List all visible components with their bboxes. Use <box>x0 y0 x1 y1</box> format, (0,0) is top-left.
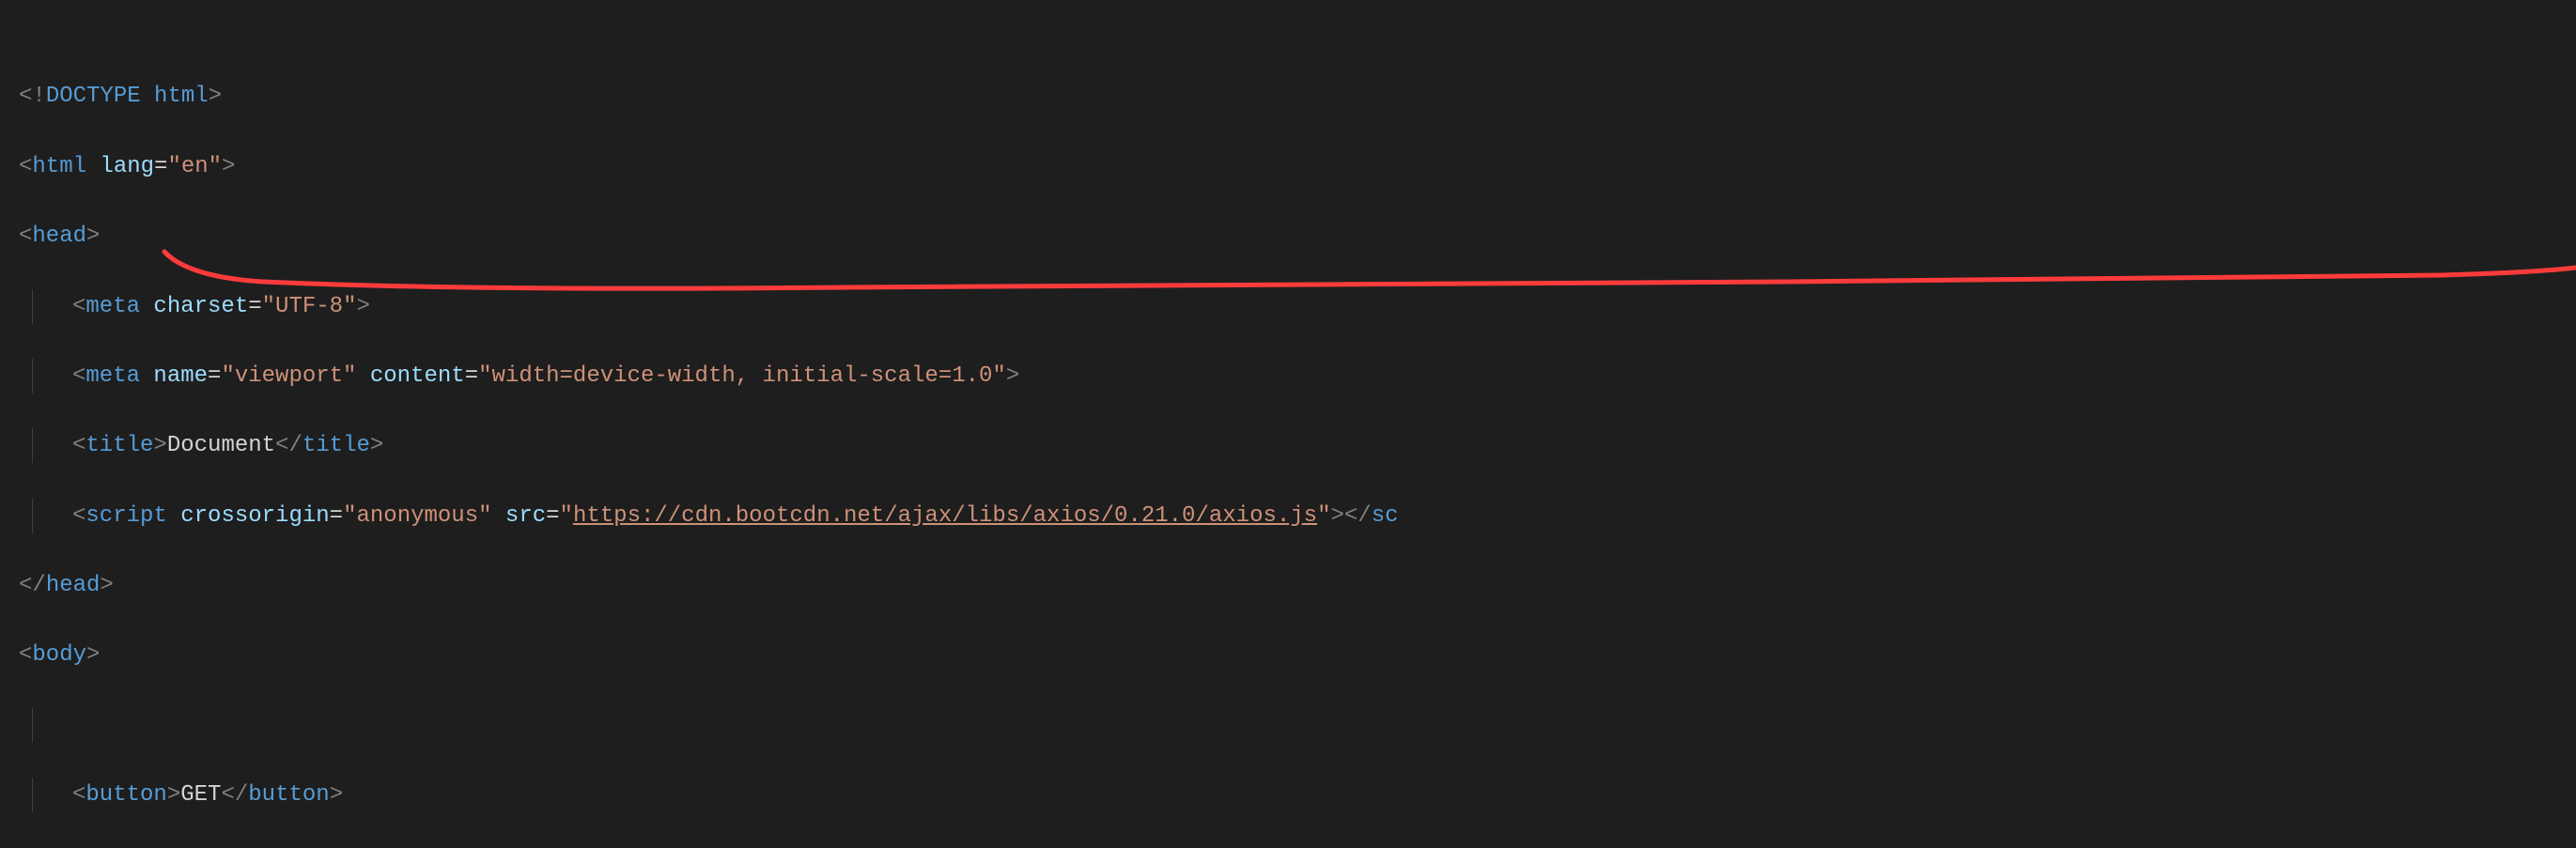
punct: </ <box>275 433 303 458</box>
punct: > <box>167 782 180 808</box>
punct: < <box>72 363 85 389</box>
eq: = <box>546 503 559 529</box>
tag: head <box>32 224 86 249</box>
tag: html <box>32 154 86 179</box>
punct: < <box>72 294 85 319</box>
punct: < <box>72 433 85 458</box>
tag: head <box>46 573 101 598</box>
url-link[interactable]: https://cdn.bootcdn.net/ajax/libs/axios/… <box>573 503 1317 529</box>
attr-value: "UTF-8" <box>262 294 357 319</box>
code-line[interactable]: <html lang="en"> <box>19 149 2557 184</box>
doctype-html: html <box>154 84 209 109</box>
tag: button <box>248 782 329 808</box>
code-line[interactable]: <body> <box>19 638 2557 672</box>
attr-value: "en" <box>167 154 222 179</box>
attr: charset <box>153 294 248 319</box>
tag: meta <box>85 363 140 389</box>
tag: title <box>303 433 370 458</box>
punct: > <box>153 433 166 458</box>
punct: </ <box>1344 503 1372 529</box>
punct: < <box>19 642 32 668</box>
attr: crossorigin <box>180 503 329 529</box>
punct: > <box>370 433 383 458</box>
punct: > <box>100 573 113 598</box>
doctype-keyword: DOCTYPE <box>46 84 141 109</box>
tag: meta <box>85 294 140 319</box>
tag: button <box>85 782 166 808</box>
tag: script <box>85 503 166 529</box>
punct: < <box>19 154 32 179</box>
attr-value-quote: " <box>1317 503 1330 529</box>
code-line[interactable]: <meta charset="UTF-8"> <box>19 289 2557 324</box>
text: GET <box>180 782 221 808</box>
attr: content <box>370 363 465 389</box>
attr-value-quote: " <box>560 503 573 529</box>
punct: < <box>72 503 85 529</box>
attr: src <box>505 503 546 529</box>
code-line[interactable]: <head> <box>19 219 2557 254</box>
punct: > <box>209 84 222 109</box>
code-line[interactable]: </head> <box>19 568 2557 603</box>
eq: = <box>248 294 261 319</box>
eq: = <box>208 363 221 389</box>
punct: < <box>19 224 32 249</box>
text: Document <box>167 433 275 458</box>
eq: = <box>330 503 343 529</box>
space <box>141 84 154 109</box>
punct: > <box>356 294 369 319</box>
code-line[interactable] <box>19 708 2557 743</box>
code-line[interactable]: <meta name="viewport" content="width=dev… <box>19 359 2557 393</box>
tag: sc <box>1372 503 1399 529</box>
tag: body <box>32 642 86 668</box>
eq: = <box>154 154 167 179</box>
punct: </ <box>19 573 46 598</box>
punct: < <box>72 782 85 808</box>
tag: title <box>85 433 153 458</box>
code-line[interactable]: <script crossorigin="anonymous" src="htt… <box>19 499 2557 533</box>
punct: </ <box>221 782 248 808</box>
punct: <! <box>19 84 46 109</box>
eq: = <box>465 363 478 389</box>
code-editor[interactable]: <!DOCTYPE html> <html lang="en"> <head> … <box>19 9 2557 848</box>
attr: name <box>153 363 208 389</box>
attr: lang <box>100 154 154 179</box>
punct: > <box>86 224 100 249</box>
attr-value: "viewport" <box>221 363 356 389</box>
punct: > <box>86 642 100 668</box>
punct: > <box>330 782 343 808</box>
punct: > <box>1006 363 1019 389</box>
code-line[interactable]: <title>Document</title> <box>19 428 2557 463</box>
punct: > <box>222 154 235 179</box>
code-line[interactable]: <button>GET</button> <box>19 778 2557 812</box>
punct: > <box>1331 503 1344 529</box>
attr-value: "width=device-width, initial-scale=1.0" <box>478 363 1006 389</box>
code-line[interactable]: <!DOCTYPE html> <box>19 79 2557 114</box>
attr-value: "anonymous" <box>343 503 491 529</box>
